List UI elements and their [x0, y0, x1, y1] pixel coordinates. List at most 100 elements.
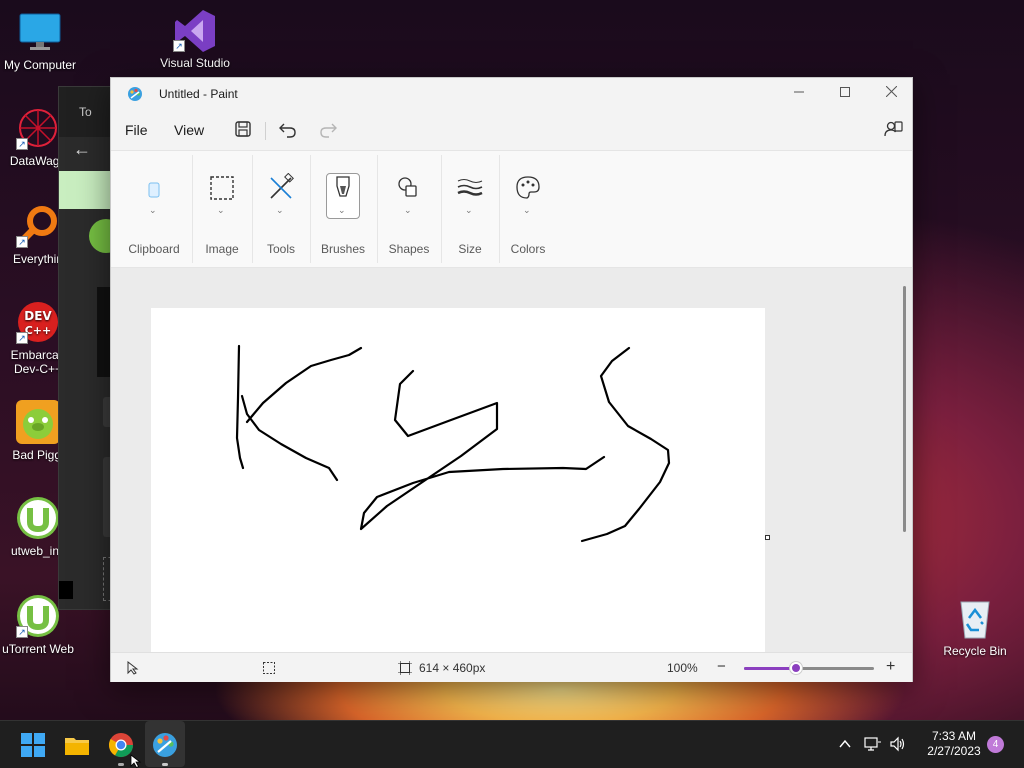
paint-window[interactable]: Untitled - Paint File View ⌄ Clipboard ⌄… — [110, 77, 913, 682]
zoom-out-button[interactable]: − — [717, 658, 726, 675]
recycle-bin-icon — [953, 596, 997, 640]
desktop-icon-my-computer[interactable]: My Computer — [0, 10, 80, 72]
background-window-block — [59, 581, 73, 599]
network-icon[interactable] — [864, 736, 882, 752]
maximize-button[interactable] — [822, 78, 868, 108]
chevron-down-icon: ⌄ — [404, 205, 412, 215]
close-icon — [885, 85, 897, 98]
start-icon[interactable] — [19, 731, 47, 759]
stroke-s — [580, 346, 671, 543]
svg-text:DEV: DEV — [24, 309, 52, 323]
running-indicator — [118, 763, 124, 766]
title-bar[interactable]: Untitled - Paint — [111, 78, 912, 110]
shortcut-arrow-icon: ↗ — [16, 626, 28, 638]
ribbon-group-colors[interactable]: ⌄ Colors — [500, 151, 556, 269]
ribbon-group-image[interactable]: ⌄ Image — [193, 151, 251, 269]
stroke-k-vertical — [235, 344, 245, 470]
shortcut-arrow-icon: ↗ — [16, 236, 28, 248]
pointer-position-icon — [127, 661, 139, 675]
datawago-icon: ↗ — [16, 106, 60, 150]
select-rectangle-icon — [210, 176, 234, 200]
ribbon-group-size[interactable]: ⌄ Size — [442, 151, 498, 269]
canvas-size-text: 614 × 460px — [419, 661, 486, 675]
volume-icon[interactable] — [889, 736, 907, 752]
line-size-icon — [457, 179, 483, 196]
freehand-drawing — [235, 344, 671, 543]
zoom-in-button[interactable]: + — [886, 658, 895, 676]
devcpp-icon: DEV C++ ↗ — [16, 300, 60, 344]
desktop-icon-label: My Computer — [3, 58, 77, 72]
mouse-cursor-icon — [130, 754, 142, 768]
paint-icon[interactable] — [151, 731, 179, 759]
redo-icon[interactable] — [318, 119, 338, 139]
vertical-scrollbar[interactable] — [903, 286, 906, 532]
account-settings-icon[interactable] — [884, 119, 904, 139]
ribbon-label-shapes: Shapes — [388, 242, 430, 256]
ribbon-group-shapes[interactable]: ⌄ Shapes — [378, 151, 440, 269]
zoom-slider[interactable] — [744, 662, 874, 674]
menu-file[interactable]: File — [125, 122, 148, 138]
chevron-up-icon[interactable] — [838, 737, 852, 751]
menu-view[interactable]: View — [174, 122, 204, 138]
undo-icon[interactable] — [278, 119, 298, 139]
canvas-size-icon — [398, 661, 412, 675]
desktop-icon-label: Visual Studio — [160, 56, 230, 70]
canvas-resize-handle[interactable] — [765, 535, 770, 540]
canvas-workspace[interactable] — [111, 268, 912, 652]
save-icon[interactable] — [233, 119, 253, 139]
ribbon-group-brushes[interactable]: ⌄ Brushes — [311, 151, 375, 269]
chevron-down-icon: ⌄ — [338, 205, 346, 215]
chevron-down-icon: ⌄ — [523, 205, 531, 215]
ribbon-label-image: Image — [205, 242, 239, 256]
minimize-icon — [794, 91, 804, 93]
ribbon-label-colors: Colors — [510, 242, 546, 256]
clock-time: 7:33 AM — [931, 729, 977, 743]
background-window-tab-title: To — [79, 105, 92, 119]
ribbon-label-clipboard: Clipboard — [128, 242, 180, 256]
chevron-down-icon: ⌄ — [465, 205, 473, 215]
menu-separator — [265, 122, 266, 140]
stroke-k-lower — [240, 394, 339, 482]
zoom-percentage[interactable]: 100% — [667, 661, 698, 675]
file-explorer-icon[interactable] — [63, 731, 91, 759]
shortcut-arrow-icon: ↗ — [173, 40, 185, 52]
ribbon-label-tools: Tools — [266, 242, 295, 256]
minimize-button[interactable] — [776, 78, 822, 108]
desktop-icon-visual-studio[interactable]: ↗ Visual Studio — [155, 8, 235, 70]
notification-badge[interactable]: 4 — [987, 736, 1004, 753]
utorrent-icon — [16, 496, 60, 540]
utorrent-icon: ↗ — [16, 594, 60, 638]
background-app-window[interactable]: To ← — [58, 86, 123, 610]
desktop-icon-recycle-bin[interactable]: Recycle Bin — [935, 596, 1015, 658]
tools-icon — [270, 172, 294, 199]
window-title: Untitled - Paint — [159, 87, 238, 101]
shapes-icon — [398, 177, 417, 197]
ribbon-toolbar: ⌄ Clipboard ⌄ Image ⌄ Tools ⌄ Brushes ⌄ … — [111, 150, 912, 268]
running-indicator — [162, 763, 168, 766]
menu-bar: File View — [111, 110, 912, 150]
ribbon-group-clipboard[interactable]: ⌄ Clipboard — [119, 151, 189, 269]
clipboard-icon — [148, 182, 160, 198]
chevron-down-icon: ⌄ — [217, 205, 225, 215]
monitor-icon — [18, 10, 62, 54]
visual-studio-icon: ↗ — [173, 8, 217, 52]
taskbar: 7:33 AM 2/27/2023 — [0, 720, 1024, 768]
system-clock[interactable]: 7:33 AM 2/27/2023 — [916, 729, 992, 759]
drawing-canvas[interactable] — [151, 308, 765, 652]
desktop-icon-label: Recycle Bin — [943, 644, 1007, 658]
status-bar: 614 × 460px 100% − + — [111, 652, 912, 682]
svg-text:C++: C++ — [25, 324, 52, 337]
ribbon-label-brushes: Brushes — [320, 242, 366, 256]
bad-piggies-icon — [16, 400, 60, 444]
shortcut-arrow-icon: ↗ — [16, 332, 28, 344]
palette-icon — [516, 176, 540, 199]
background-window-banner — [59, 171, 115, 209]
back-arrow-icon[interactable]: ← — [73, 139, 91, 160]
selection-size-icon — [263, 662, 275, 674]
zoom-slider-thumb[interactable] — [790, 662, 802, 674]
stroke-k-upper — [245, 346, 363, 424]
chevron-down-icon: ⌄ — [149, 205, 157, 215]
ribbon-group-tools[interactable]: ⌄ Tools — [253, 151, 309, 269]
chevron-down-icon: ⌄ — [276, 205, 284, 215]
close-button[interactable] — [868, 78, 914, 108]
